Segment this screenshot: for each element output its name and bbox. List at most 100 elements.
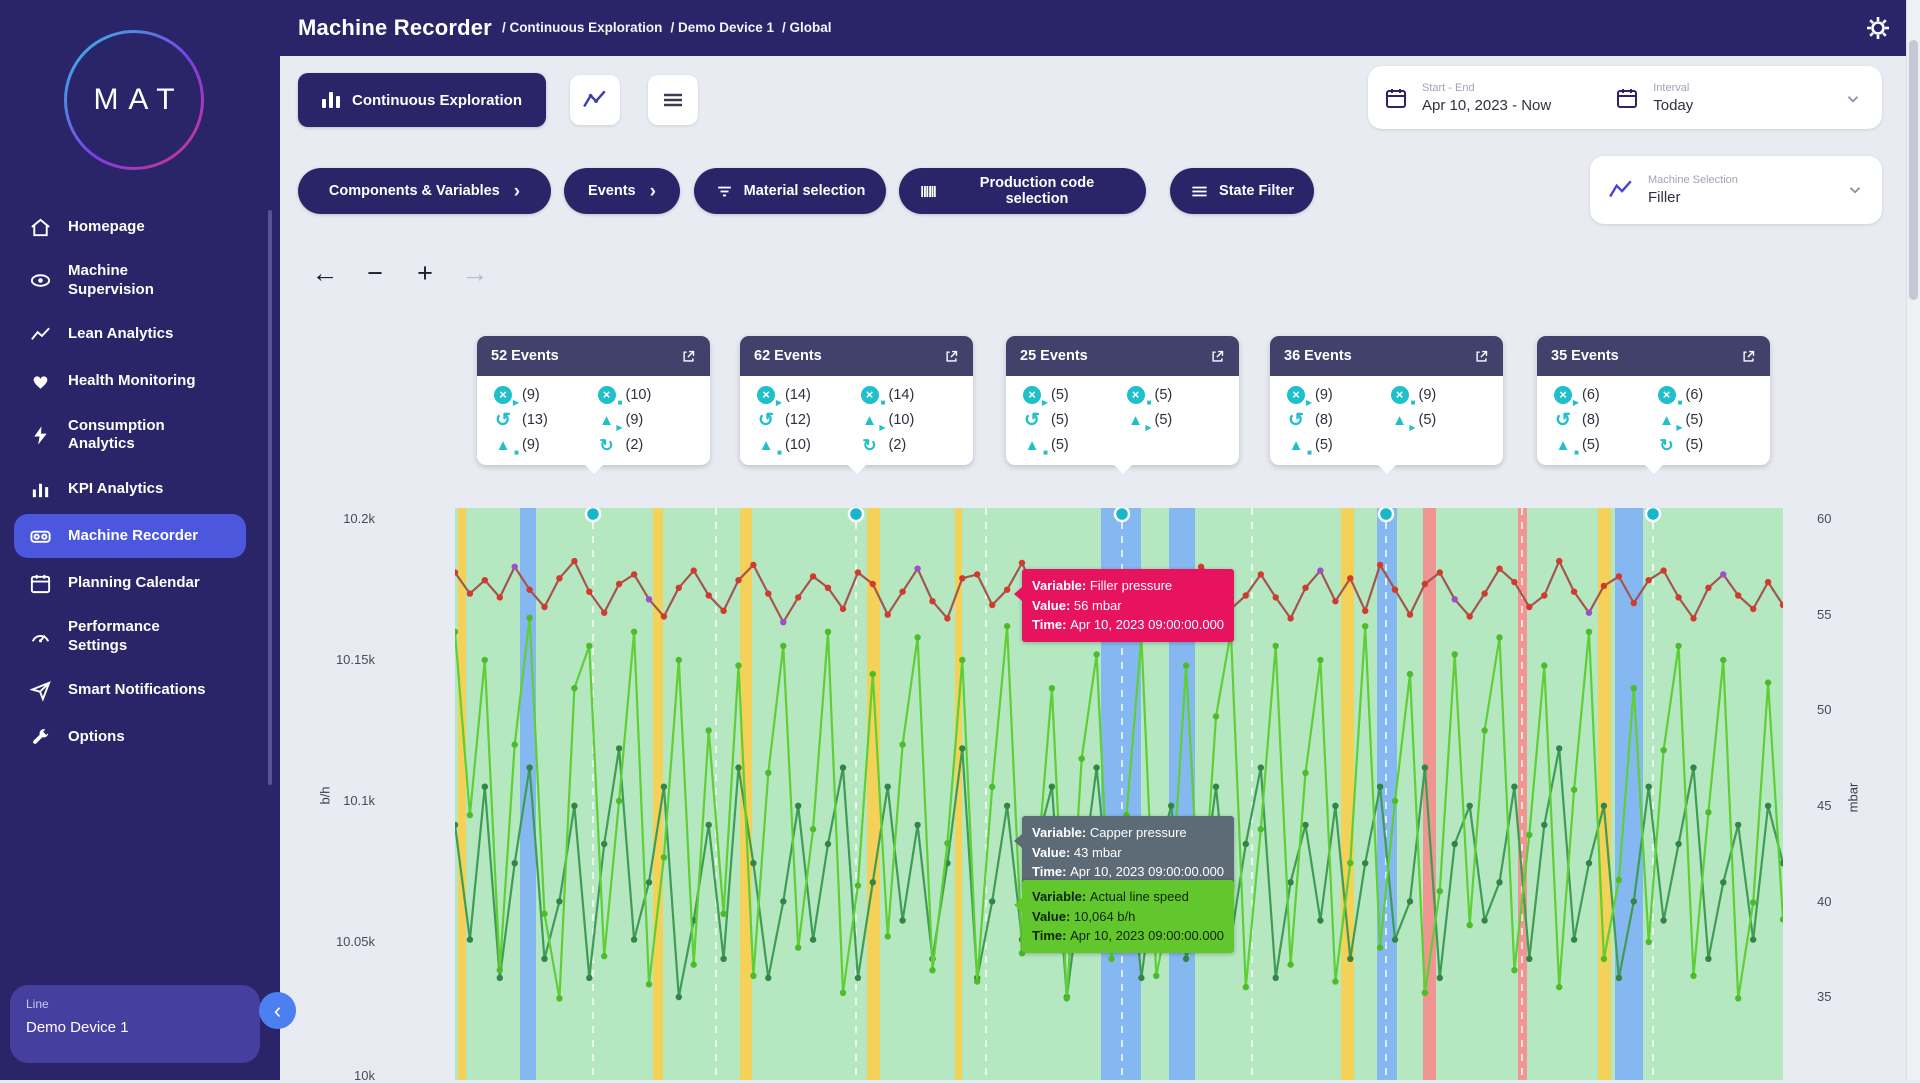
external-link-icon[interactable] [944,349,959,364]
chart-tooltip: Variable: Filler pressureValue: 56 mbarT… [1022,569,1234,642]
filter-button-material-selection[interactable]: Material selection [694,168,886,214]
chart-tooltip: Variable: Actual line speedValue: 10,064… [1022,880,1234,953]
sidebar-item-planning-calendar[interactable]: Planning Calendar [14,561,246,605]
chevron-right-icon: › [650,182,656,201]
zoom-out-button[interactable]: − [350,258,400,289]
external-link-icon[interactable] [1210,349,1225,364]
device-card[interactable]: Line Demo Device 1 [10,985,260,1063]
pan-back-button[interactable]: ← [300,258,350,289]
menu-icon [661,88,685,112]
clock-icon: ↻ [1657,435,1677,455]
event-count-item: ▲■(5) [1286,435,1384,455]
event-count-item: ×■(5) [1126,385,1224,405]
eye-icon [28,269,52,293]
sidebar-collapse-button[interactable]: ‹ [259,992,296,1029]
clock-icon: ↻ [597,435,617,455]
circle-x-icon: ×■ [1390,385,1410,405]
event-summary-card[interactable]: 35 Events×▶(6)×■(6)↺(8)▲▶(5)▲■(5)↻(5) [1537,336,1770,465]
date-range-card[interactable]: Start - End Apr 10, 2023 - Now Interval … [1368,66,1882,129]
filter-button-components-variables[interactable]: Components & Variables› [298,168,551,214]
filter-button-state-filter[interactable]: State Filter [1170,168,1314,214]
sidebar: MAT Homepage Machine Supervision Lean Anal… [0,0,280,1080]
recorder-icon [28,524,52,548]
external-link-icon[interactable] [681,349,696,364]
pan-forward-button[interactable]: → [450,258,500,289]
heart-icon [28,370,52,394]
event-count: (10) [785,437,811,453]
external-link-icon[interactable] [1474,349,1489,364]
event-count: (10) [889,412,915,428]
sidebar-item-health-monitoring[interactable]: Health Monitoring [14,360,246,404]
sidebar-item-machine-recorder[interactable]: Machine Recorder [14,514,246,558]
event-count-item: ↺(13) [493,410,591,430]
circle-x-icon: ×▶ [756,385,776,405]
event-count-item: ↻(2) [597,435,695,455]
event-count-item: ▲▶(9) [597,410,695,430]
filter-button-production-code-selection[interactable]: Production code selection [899,168,1146,214]
calendar-icon [1615,86,1639,110]
sidebar-item-machine-supervision[interactable]: Machine Supervision [14,252,246,310]
event-count-item: ×■(10) [597,385,695,405]
filter-button-events[interactable]: Events› [564,168,680,214]
square-badge-icon: ■ [777,449,782,457]
event-summary-card[interactable]: 52 Events×▶(9)×■(10)↺(13)▲▶(9)▲■(9)↻(2) [477,336,710,465]
rotate-icon: ↺ [1286,410,1306,430]
event-card-title: 35 Events [1551,348,1619,364]
sidebar-item-label: KPI Analytics [68,480,163,499]
app-logo: MAT [64,30,204,170]
event-count: (5) [1582,437,1600,453]
sidebar-item-options[interactable]: Options [14,716,246,760]
event-count: (10) [626,387,652,403]
sidebar-item-smart-notifications[interactable]: Smart Notifications [14,669,246,713]
triangle-icon: ▲▶ [1390,410,1410,430]
sidebar-item-lean-analytics[interactable]: Lean Analytics [14,313,246,357]
card-pointer [585,465,603,474]
zoom-in-button[interactable]: + [400,258,450,289]
range-value: Apr 10, 2023 - Now [1422,97,1551,114]
event-count: (14) [889,387,915,403]
machine-selection-dropdown[interactable]: Machine Selection Filler [1590,156,1882,224]
list-view-button[interactable] [648,75,698,125]
sidebar-item-performance-settings[interactable]: Performance Settings [14,608,246,666]
settings-gear-icon[interactable] [1866,16,1890,40]
send-icon [28,679,52,703]
event-count-item: ↻(2) [860,435,958,455]
page-scrollbar[interactable] [1906,0,1920,1080]
square-badge-icon: ■ [1147,399,1152,407]
play-badge-icon: ▶ [513,399,519,407]
external-link-icon[interactable] [1741,349,1756,364]
event-summary-card[interactable]: 36 Events×▶(9)×■(9)↺(8)▲▶(5)▲■(5) [1270,336,1503,465]
axis-tick-label: 10.05k [285,934,375,949]
chart-view-button[interactable] [570,75,620,125]
breadcrumb-item[interactable]: / Continuous Exploration [502,20,663,35]
tab-continuous-exploration[interactable]: Continuous Exploration [298,73,546,127]
sidebar-item-homepage[interactable]: Homepage [14,205,246,249]
event-summary-card[interactable]: 25 Events×▶(5)×■(5)↺(5)▲▶(5)▲■(5) [1006,336,1239,465]
square-badge-icon: ■ [1574,449,1579,457]
sidebar-item-label: Performance Settings [68,618,218,656]
event-count: (5) [1419,412,1437,428]
interval-value: Today [1653,97,1693,114]
event-count-item: ▲▶(5) [1126,410,1224,430]
device-card-label: Line [26,997,244,1011]
chevron-down-icon [1844,90,1862,108]
sidebar-item-label: Machine Supervision [68,262,218,300]
breadcrumb-item[interactable]: / Global [782,20,832,35]
sidebar-item-consumption-analytics[interactable]: Consumption Analytics [14,407,246,465]
tooltip-pointer [1014,898,1022,912]
bar-chart-icon [322,92,340,108]
sidebar-item-kpi-analytics[interactable]: KPI Analytics [14,467,246,511]
sidebar-scrollbar[interactable] [268,210,272,785]
play-badge-icon: ▶ [1409,424,1415,432]
breadcrumb-item[interactable]: / Demo Device 1 [670,20,774,35]
card-pointer [848,465,866,474]
page-scrollbar-thumb[interactable] [1909,40,1918,300]
event-count: (12) [785,412,811,428]
top-header: Machine Recorder / Continuous Exploratio… [0,0,1920,56]
breadcrumb: Machine Recorder / Continuous Exploratio… [298,0,840,56]
event-count-item: ▲■(5) [1022,435,1120,455]
line-chart-icon [582,87,608,113]
event-count: (5) [1051,437,1069,453]
event-summary-card[interactable]: 62 Events×▶(14)×■(14)↺(12)▲▶(10)▲■(10)↻(… [740,336,973,465]
event-count: (8) [1582,412,1600,428]
